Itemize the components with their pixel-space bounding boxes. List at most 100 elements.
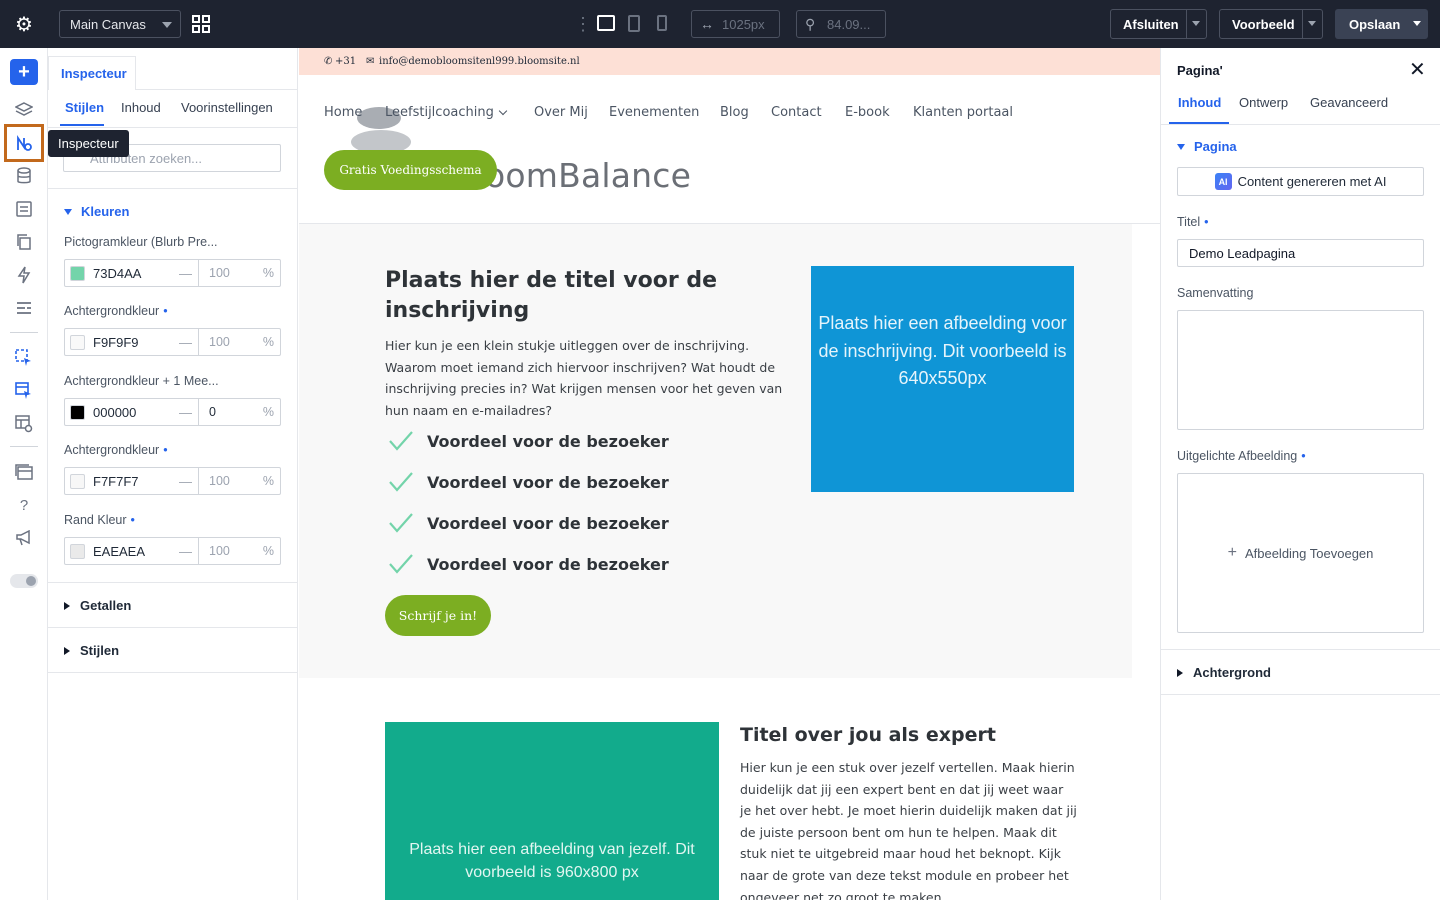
caret-down-icon	[1177, 143, 1185, 150]
tab-advanced[interactable]: Geavanceerd	[1310, 95, 1388, 110]
save-button[interactable]: Opslaan	[1335, 9, 1428, 39]
layers-icon[interactable]	[12, 98, 36, 122]
templates-icon[interactable]	[12, 460, 36, 484]
hero-text[interactable]: Hier kun je een klein stukje uitleggen o…	[385, 335, 790, 421]
color-swatch[interactable]	[70, 404, 85, 420]
panel-title: Pagina'	[1177, 63, 1223, 78]
logo-text[interactable]: oomBalance	[485, 156, 691, 195]
opacity-input[interactable]: 0%	[198, 399, 281, 425]
nav-item-about[interactable]: Over Mij	[534, 105, 588, 120]
color-swatch[interactable]	[70, 265, 85, 281]
dash-divider: —	[179, 334, 192, 350]
color-field[interactable]: 73D4AA — 100%	[64, 259, 281, 287]
signup-button[interactable]: Schrijf je in!	[385, 595, 491, 636]
summary-textarea[interactable]	[1177, 310, 1424, 430]
color-field[interactable]: F9F9F9— 100%	[64, 328, 281, 356]
color-swatch[interactable]	[70, 543, 85, 559]
benefit-item[interactable]: Voordeel voor de bezoeker	[385, 430, 669, 452]
expert-image-placeholder[interactable]: Plaats hier een afbeelding van jezelf. D…	[385, 722, 719, 900]
theme-toggle[interactable]	[10, 574, 38, 588]
grid-layout-icon[interactable]	[192, 15, 210, 33]
background-section-toggle[interactable]: Achtergrond	[1177, 665, 1271, 680]
benefit-item[interactable]: Voordeel voor de bezoeker	[385, 512, 669, 534]
more-vertical-icon[interactable]: ⋮	[574, 14, 592, 34]
title-input[interactable]: Demo Leadpagina	[1177, 239, 1424, 267]
phone-view-icon[interactable]	[657, 15, 667, 31]
close-icon[interactable]: ✕	[1409, 57, 1426, 82]
colors-section-toggle[interactable]: Kleuren	[64, 204, 129, 219]
color-hex-input[interactable]: F9F9F9	[93, 335, 179, 350]
caret-down-icon	[64, 208, 72, 215]
page-canvas[interactable]: ✆ +31 ✉ info@demobloomsitenl999.bloomsit…	[299, 48, 1160, 900]
color-hex-input[interactable]: F7F7F7	[93, 474, 179, 489]
email-link[interactable]: info@demobloomsitenl999.bloomsite.nl	[379, 56, 580, 67]
opacity-input[interactable]: 100%	[198, 538, 281, 564]
select-element-icon[interactable]	[12, 346, 36, 370]
color-field[interactable]: 000000— 0%	[64, 398, 281, 426]
canvas-width-field[interactable]: ↔ 1025px	[691, 10, 780, 38]
tablet-view-icon[interactable]	[628, 15, 640, 32]
numbers-section-toggle[interactable]: Getallen	[64, 598, 131, 613]
color-swatch[interactable]	[70, 473, 85, 489]
checkmark-icon	[389, 472, 413, 492]
signup-section[interactable]: Plaats hier de titel voor de inschrijvin…	[299, 224, 1132, 678]
checkmark-icon	[389, 554, 413, 574]
page-section-toggle[interactable]: Pagina	[1177, 139, 1237, 154]
generate-ai-content-button[interactable]: AI Content genereren met AI	[1177, 167, 1424, 196]
sections-icon[interactable]	[12, 296, 36, 320]
canvas-select[interactable]: Main Canvas	[59, 10, 181, 38]
dash-divider: —	[179, 404, 192, 420]
expert-text[interactable]: Hier kun je een stuk over jezelf vertell…	[740, 757, 1078, 900]
styles-section-toggle[interactable]: Stijlen	[64, 643, 119, 658]
zoom-field[interactable]: ⚲ 84.09...	[796, 10, 886, 38]
color-field[interactable]: F7F7F7— 100%	[64, 467, 281, 495]
color-hex-input[interactable]: 73D4AA	[93, 266, 179, 281]
pages-copy-icon[interactable]	[12, 230, 36, 254]
nav-item-contact[interactable]: Contact	[771, 105, 822, 120]
desktop-view-icon[interactable]	[597, 15, 615, 31]
save-options-chevron-icon[interactable]	[1408, 9, 1428, 39]
nav-item-home[interactable]: Home	[324, 105, 362, 120]
database-icon[interactable]	[12, 164, 36, 188]
add-element-button[interactable]: +	[10, 59, 38, 85]
nav-item-lifestyle-coaching[interactable]: Leefstijlcoaching	[385, 105, 508, 120]
hero-title[interactable]: Plaats hier de titel voor de inschrijvin…	[385, 266, 745, 326]
preview-options-chevron-icon[interactable]	[1302, 10, 1322, 38]
opacity-input[interactable]: 100%	[198, 260, 281, 286]
nav-item-ebook[interactable]: E-book	[845, 105, 890, 120]
nav-item-events[interactable]: Evenementen	[609, 105, 699, 120]
benefit-item[interactable]: Voordeel voor de bezoeker	[385, 471, 669, 493]
lightning-icon[interactable]	[12, 263, 36, 287]
free-nutrition-plan-button[interactable]: Gratis Voedingsschema	[324, 150, 497, 190]
phone-number[interactable]: +31	[335, 56, 356, 67]
expert-title[interactable]: Titel over jou als expert	[740, 724, 996, 746]
color-field[interactable]: EAEAEA — 100%	[64, 537, 281, 565]
nav-item-client-portal[interactable]: Klanten portaal	[913, 105, 1013, 120]
opacity-input[interactable]: 100%	[198, 329, 281, 355]
nav-item-blog[interactable]: Blog	[720, 105, 749, 120]
megaphone-icon[interactable]	[12, 526, 36, 550]
form-list-icon[interactable]	[12, 197, 36, 221]
mail-icon: ✉	[366, 56, 375, 67]
inspector-icon[interactable]	[12, 132, 36, 156]
preview-layout-icon[interactable]	[12, 412, 36, 436]
tab-inspector[interactable]: Inspecteur	[48, 56, 136, 90]
benefit-item[interactable]: Voordeel voor de bezoeker	[385, 553, 669, 575]
settings-gear-icon[interactable]: ⚙	[0, 0, 48, 48]
tab-styles[interactable]: Stijlen	[65, 100, 104, 115]
color-hex-input[interactable]: EAEAEA	[93, 544, 179, 559]
tab-content[interactable]: Inhoud	[121, 100, 161, 115]
multi-select-icon[interactable]	[12, 379, 36, 403]
preview-button[interactable]: Voorbeeld	[1219, 9, 1323, 39]
tab-content[interactable]: Inhoud	[1178, 95, 1221, 110]
tab-design[interactable]: Ontwerp	[1239, 95, 1288, 110]
close-button[interactable]: Afsluiten	[1110, 9, 1207, 39]
tab-presets[interactable]: Voorinstellingen	[181, 100, 273, 115]
signup-image-placeholder[interactable]: Plaats hier een afbeelding voor de insch…	[811, 266, 1074, 492]
add-featured-image-button[interactable]: + Afbeelding Toevoegen	[1177, 473, 1424, 633]
close-options-chevron-icon[interactable]	[1186, 10, 1206, 38]
color-hex-input[interactable]: 000000	[93, 405, 179, 420]
opacity-input[interactable]: 100%	[198, 468, 281, 494]
help-icon[interactable]: ?	[12, 493, 36, 517]
color-swatch[interactable]	[70, 334, 85, 350]
